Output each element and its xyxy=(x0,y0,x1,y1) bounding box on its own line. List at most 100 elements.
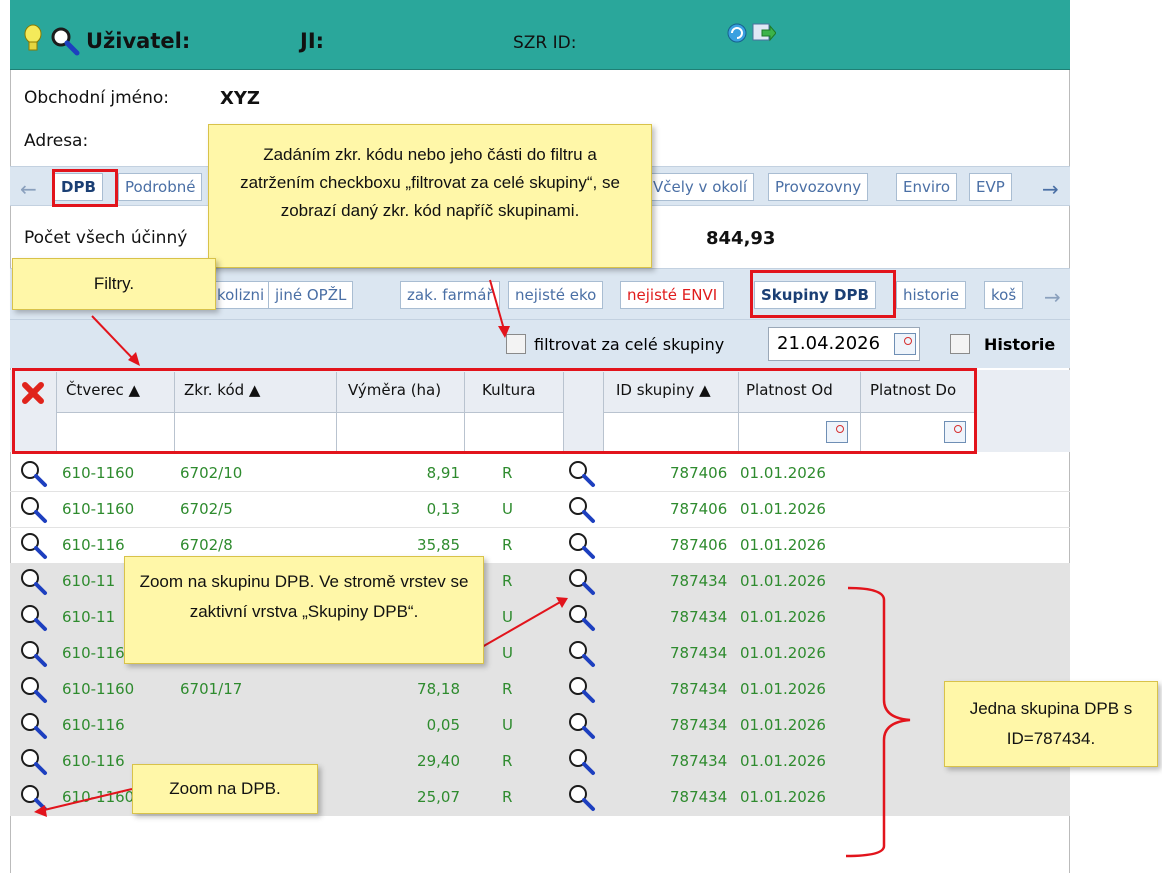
cell-ctverec: 610-1160 xyxy=(62,500,135,518)
tab-kolizni[interactable]: kolizni xyxy=(210,281,272,309)
cell-id-skupiny: 787406 xyxy=(670,500,728,518)
cell-vymera: 0,05 xyxy=(426,716,460,734)
cell-ctverec: 610-116 xyxy=(62,536,125,554)
bulb-icon[interactable] xyxy=(24,24,42,56)
col-zkr-kod[interactable]: Zkr. kód ▲ xyxy=(184,372,260,410)
tab-enviro[interactable]: Enviro xyxy=(896,173,958,201)
filter-vymera[interactable] xyxy=(337,412,464,452)
cell-kultura: R xyxy=(502,752,513,770)
filter-kultura[interactable] xyxy=(465,412,563,452)
cell-platnost-od: 01.01.2026 xyxy=(740,644,826,662)
cell-platnost-od: 01.01.2026 xyxy=(740,680,826,698)
calendar-icon[interactable] xyxy=(826,421,848,443)
header-bar: Uživatel: JI: SZR ID: xyxy=(10,0,1070,70)
filter-id-skupiny[interactable] xyxy=(604,412,738,452)
zoom-dpb-icon[interactable] xyxy=(18,710,48,744)
calendar-icon[interactable] xyxy=(944,421,966,443)
cell-id-skupiny: 787406 xyxy=(670,464,728,482)
cell-ctverec: 610-116 xyxy=(62,752,125,770)
cell-platnost-od: 01.01.2026 xyxy=(740,608,826,626)
zoom-dpb-icon[interactable] xyxy=(18,674,48,708)
zoom-group-icon[interactable] xyxy=(566,746,596,780)
zoom-group-icon[interactable] xyxy=(566,674,596,708)
tab-kos[interactable]: koš xyxy=(984,281,1024,309)
cell-kultura: R xyxy=(502,536,513,554)
cell-id-skupiny: 787434 xyxy=(670,680,728,698)
calendar-icon[interactable] xyxy=(894,333,916,355)
cell-vymera: 0,13 xyxy=(426,500,460,518)
zoom-dpb-icon[interactable] xyxy=(18,566,48,600)
cell-vymera: 25,07 xyxy=(417,788,460,806)
group-info-callout: Jedna skupina DPB s ID=787434. xyxy=(944,681,1158,767)
cell-ctverec: 610-1160 xyxy=(62,788,135,806)
cell-zkr-kod: 6702/10 xyxy=(180,464,243,482)
cell-kultura: U xyxy=(502,500,513,518)
cell-kultura: R xyxy=(502,464,513,482)
col-platnost-do[interactable]: Platnost Do xyxy=(870,372,956,410)
zoom-group-icon[interactable] xyxy=(566,458,596,492)
cell-platnost-od: 01.01.2026 xyxy=(740,500,826,518)
zoom-group-icon[interactable] xyxy=(566,494,596,528)
tab-scroll-left-icon[interactable]: ← xyxy=(20,177,37,201)
subtab-scroll-right-icon[interactable]: → xyxy=(1044,285,1061,309)
col-platnost-od[interactable]: Platnost Od xyxy=(746,372,833,410)
tab-zak-farmar[interactable]: zak. farmář xyxy=(400,281,500,309)
zoom-group-icon[interactable] xyxy=(566,566,596,600)
clear-filter-icon[interactable] xyxy=(22,382,44,404)
tab-provozovny[interactable]: Provozovny xyxy=(768,173,869,201)
zoom-dpb-icon[interactable] xyxy=(18,602,48,636)
zoom-group-icon[interactable] xyxy=(566,602,596,636)
filter-zkr-kod[interactable] xyxy=(175,412,336,452)
cell-zkr-kod: 6702/8 xyxy=(180,536,233,554)
count-row: Počet všech účinný 844,93 xyxy=(24,228,776,249)
tab-nejiste-eko[interactable]: nejisté eko xyxy=(508,281,604,309)
filter-groups-checkbox[interactable] xyxy=(506,334,526,354)
export-icon[interactable] xyxy=(752,22,776,44)
tab-jine-opzl[interactable]: jiné OPŽL xyxy=(268,281,354,309)
cell-ctverec: 610-11 xyxy=(62,572,116,590)
tab-podrobne[interactable]: Podrobné xyxy=(118,173,203,201)
search-icon[interactable] xyxy=(50,26,80,56)
tab-skupiny-dpb[interactable]: Skupiny DPB xyxy=(754,281,876,309)
history-label: Historie xyxy=(984,335,1056,354)
szr-id-label: SZR ID: xyxy=(513,33,577,53)
cell-platnost-od: 01.01.2026 xyxy=(740,572,826,590)
table-row: 610-1160 6702/5 0,13 U 787406 01.01.2026 xyxy=(10,492,1070,528)
zoom-dpb-icon[interactable] xyxy=(18,638,48,672)
col-ctverec[interactable]: Čtverec ▲ xyxy=(66,372,140,410)
col-vymera[interactable]: Výměra (ha) xyxy=(348,372,441,410)
cell-id-skupiny: 787434 xyxy=(670,608,728,626)
count-value: 844,93 xyxy=(706,228,776,249)
zoom-group-icon[interactable] xyxy=(566,530,596,564)
history-checkbox[interactable] xyxy=(950,334,970,354)
zoom-dpb-icon[interactable] xyxy=(18,746,48,780)
zoom-dpb-icon[interactable] xyxy=(18,494,48,528)
tab-evp[interactable]: EVP xyxy=(969,173,1012,201)
zoom-group-icon[interactable] xyxy=(566,638,596,672)
cell-kultura: R xyxy=(502,572,513,590)
zoom-dpb-icon[interactable] xyxy=(18,458,48,492)
tab-vcely[interactable]: Včely v okolí xyxy=(646,173,755,201)
tab-nejiste-envi[interactable]: nejisté ENVI xyxy=(620,281,725,309)
zoom-dpb-icon[interactable] xyxy=(18,530,48,564)
col-id-skupiny[interactable]: ID skupiny ▲ xyxy=(616,372,711,410)
filter-groups-label: filtrovat za celé skupiny xyxy=(534,335,725,354)
ji-label: JI: xyxy=(300,29,325,53)
col-kultura[interactable]: Kultura xyxy=(482,372,536,410)
cell-vymera: 78,18 xyxy=(417,680,460,698)
cell-platnost-od: 01.01.2026 xyxy=(740,464,826,482)
tab-scroll-right-icon[interactable]: → xyxy=(1042,177,1059,201)
company-name-value: XYZ xyxy=(220,88,260,109)
refresh-icon[interactable] xyxy=(726,22,748,44)
zoom-dpb-icon[interactable] xyxy=(18,782,48,816)
zoom-dpb-callout: Zoom na DPB. xyxy=(132,764,318,814)
cell-ctverec: 610-1160 xyxy=(62,680,135,698)
cell-id-skupiny: 787434 xyxy=(670,572,728,590)
cell-ctverec: 610-116 xyxy=(62,716,125,734)
zoom-group-icon[interactable] xyxy=(566,710,596,744)
company-name-row: Obchodní jméno: XYZ xyxy=(24,88,260,109)
zoom-group-icon[interactable] xyxy=(566,782,596,816)
tab-historie[interactable]: historie xyxy=(896,281,967,309)
tab-dpb[interactable]: DPB xyxy=(54,173,103,201)
filter-ctverec[interactable] xyxy=(57,412,174,452)
